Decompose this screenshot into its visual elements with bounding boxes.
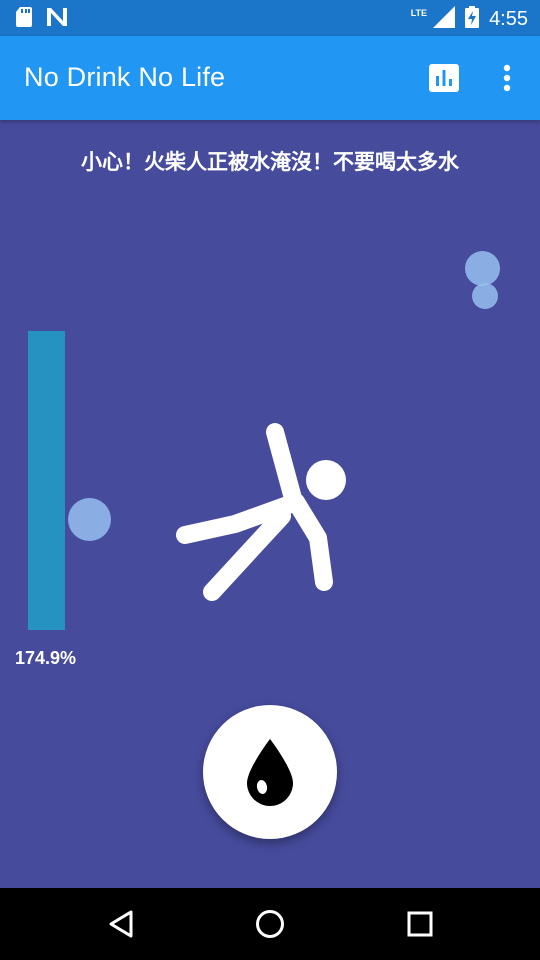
water-drop-icon [247,739,293,806]
warning-message: 小心！火柴人正被水淹沒！不要喝太多水 [81,150,459,174]
battery-charging-icon [465,6,480,32]
home-button[interactable] [254,908,286,940]
recents-icon [407,911,433,937]
app-screen: LTE 4:55 No Drink No Life 小心！火柴人正被水淹沒！不要… [0,0,540,960]
network-type: LTE [410,8,428,18]
signal-icon [433,6,456,32]
water-bubble [68,498,111,541]
notification-n-icon [46,7,68,31]
recents-button[interactable] [404,908,436,940]
status-bar: LTE 4:55 [0,0,540,36]
water-bubble [472,283,498,309]
water-bubble [465,251,500,286]
app-bar: No Drink No Life [0,36,540,120]
drowning-stickman-figure [176,423,346,601]
stats-button[interactable] [429,64,459,92]
stats-icon [429,64,459,92]
clock: 4:55 [489,7,528,30]
drink-water-button[interactable] [203,705,337,839]
sd-card-icon [16,7,32,31]
home-icon [256,910,284,938]
app-title: No Drink No Life [24,62,226,92]
back-button[interactable] [105,908,137,940]
navigation-bar [0,888,540,960]
water-level-gauge [28,331,65,630]
more-vert-icon [503,64,511,92]
back-icon [109,910,133,938]
water-level-percent: 174.9% [15,648,77,668]
more-options-button[interactable] [497,62,517,94]
